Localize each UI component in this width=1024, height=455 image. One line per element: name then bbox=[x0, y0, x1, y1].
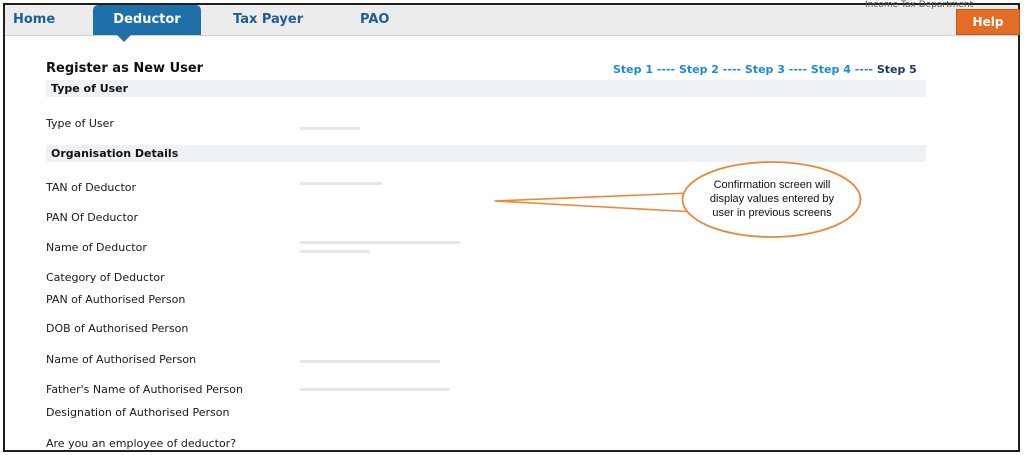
callout-bubble: Confirmation screen will display values … bbox=[680, 160, 863, 239]
callout-text: Confirmation screen will display values … bbox=[709, 179, 835, 219]
callout-pointer bbox=[494, 192, 696, 213]
